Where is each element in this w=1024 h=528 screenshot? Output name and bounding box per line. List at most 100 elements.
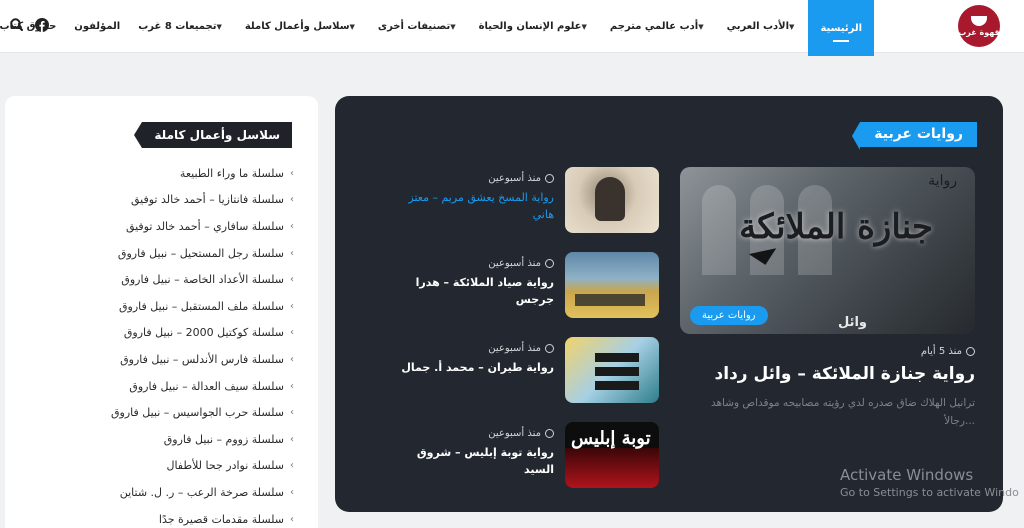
nav-item-collections[interactable]: تجميعات 8 غرب ▼ <box>129 0 236 53</box>
clock-icon <box>966 347 975 356</box>
featured-post-excerpt: ترانيل الهلاك ضاق صدره لدي رؤيته مصابيحه… <box>710 397 975 427</box>
caret-down-icon: ▼ <box>216 22 222 31</box>
chevron-left-icon: ‹ <box>290 380 294 392</box>
top-navigation-bar: قهوة غرب الرئيسية الأدب العربي ▼ أدب عالم… <box>0 0 1024 56</box>
watermark-title: Activate Windows <box>840 466 974 484</box>
post-thumbnail[interactable] <box>565 252 659 318</box>
list-item[interactable]: سلسلة حرب الجواسيس – نبيل فاروق ‹ <box>54 399 294 426</box>
chevron-left-icon: ‹ <box>290 327 294 339</box>
chevron-left-icon: ‹ <box>290 220 294 232</box>
list-item[interactable]: سلسلة الأعداد الخاصة – نبيل فاروق ‹ <box>54 266 294 293</box>
list-item-label: سلسلة سيف العدالة – نبيل فاروق <box>129 379 284 393</box>
nav-item-label: أدب عالمي مترجم <box>609 21 699 32</box>
chevron-left-icon: ‹ <box>290 513 294 525</box>
category-badge[interactable]: روايات عربية <box>690 306 768 325</box>
post-thumbnail[interactable] <box>565 337 659 403</box>
cover-strip <box>595 381 639 390</box>
list-item-label: سلسلة فارس الأندلس – نبيل فاروق <box>120 352 284 366</box>
nav-item-arabic-literature[interactable]: الأدب العربي ▼ <box>718 0 809 53</box>
post-date: منذ أسبوعين <box>488 343 554 354</box>
list-item[interactable]: سلسلة ملف المستقبل – نبيل فاروق ‹ <box>54 293 294 320</box>
list-item[interactable]: سلسلة زووم – نبيل فاروق ‹ <box>54 426 294 453</box>
chevron-left-icon: ‹ <box>290 460 294 472</box>
chevron-left-icon: ‹ <box>290 407 294 419</box>
nav-item-human-sciences[interactable]: علوم الإنسان والحياة ▼ <box>470 0 601 53</box>
series-list: سلسلة ما وراء الطبيعة ‹ سلسلة فانتازيا – … <box>54 160 294 528</box>
post-date-text: منذ أسبوعين <box>488 343 541 354</box>
post-item[interactable]: منذ أسبوعين رواية المسخ يعشق مريم – معتز… <box>385 167 659 233</box>
post-date: منذ أسبوعين <box>488 428 554 439</box>
post-date-text: منذ أسبوعين <box>488 173 541 184</box>
nav-item-label: المؤلفون <box>74 21 121 32</box>
cover-strip <box>575 294 645 306</box>
list-item-label: سلسلة نوادر جحا للأطفال <box>166 459 284 473</box>
nav-item-series[interactable]: سلاسل وأعمال كاملة ▼ <box>236 0 369 53</box>
cover-strip <box>595 367 639 376</box>
cover-strip <box>595 353 639 362</box>
cover-author: وائل <box>837 315 867 330</box>
arch-shape <box>702 185 736 275</box>
post-date: منذ 5 أيام <box>921 346 975 357</box>
post-date-text: منذ أسبوعين <box>488 428 541 439</box>
nav-item-other-categories[interactable]: تصنيفات أخرى ▼ <box>369 0 470 53</box>
cover-title: توبة إبليس <box>571 428 651 449</box>
site-logo[interactable]: قهوة غرب <box>958 5 1000 47</box>
list-item-label: سلسلة كوكتيل 2000 – نبيل فاروق <box>123 326 284 340</box>
post-date-text: منذ أسبوعين <box>488 258 541 269</box>
nav-item-home[interactable]: الرئيسية <box>808 0 874 56</box>
post-title[interactable]: رواية طيران – محمد أ. جمال <box>384 359 554 376</box>
clock-icon <box>545 174 554 183</box>
post-title[interactable]: رواية توبة إبليس – شروق السيد <box>384 444 554 478</box>
cover-red-figure <box>565 448 659 488</box>
list-item[interactable]: سلسلة ما وراء الطبيعة ‹ <box>54 160 294 187</box>
header-icons <box>10 18 49 32</box>
list-item[interactable]: سلسلة صرخة الرعب – ر. ل. شتاين ‹ <box>54 479 294 506</box>
arabic-novels-block: روايات عربية رواية جنازة الملائكة وائل ر… <box>335 96 1003 512</box>
list-item-label: سلسلة الأعداد الخاصة – نبيل فاروق <box>121 273 284 287</box>
chevron-left-icon: ‹ <box>290 167 294 179</box>
caret-down-icon: ▼ <box>450 22 456 31</box>
windows-activation-watermark: Activate Windows Go to Settings to activ… <box>840 466 1019 499</box>
nav-item-label: سلاسل وأعمال كاملة <box>244 21 350 32</box>
list-item-label: سلسلة زووم – نبيل فاروق <box>163 432 284 446</box>
post-title[interactable]: رواية صياد الملائكة – هدرا جرجس <box>384 274 554 308</box>
post-item[interactable]: توبة إبليس منذ أسبوعين رواية توبة إبليس … <box>385 422 659 488</box>
watermark-subtitle: Go to Settings to activate Windo <box>840 486 1019 499</box>
cover-subtitle: رواية <box>928 173 957 189</box>
list-item[interactable]: سلسلة رجل المستحيل – نبيل فاروق ‹ <box>54 240 294 267</box>
list-item-label: سلسلة ما وراء الطبيعة <box>179 166 284 180</box>
section-title[interactable]: روايات عربية <box>852 122 977 150</box>
list-item[interactable]: سلسلة نوادر جحا للأطفال ‹ <box>54 453 294 480</box>
nav-item-translated-literature[interactable]: أدب عالمي مترجم ▼ <box>601 0 718 53</box>
list-item[interactable]: سلسلة كوكتيل 2000 – نبيل فاروق ‹ <box>54 320 294 347</box>
post-date-text: منذ 5 أيام <box>920 346 962 357</box>
caret-down-icon: ▼ <box>698 22 704 31</box>
logo-text: قهوة غرب <box>958 27 1000 37</box>
list-item-label: سلسلة فانتازيا – أحمد خالد توفيق <box>130 193 284 207</box>
search-icon[interactable] <box>10 18 23 31</box>
post-item[interactable]: منذ أسبوعين رواية صياد الملائكة – هدرا ج… <box>385 252 659 318</box>
chevron-left-icon: ‹ <box>290 300 294 312</box>
nav-item-authors[interactable]: المؤلفون <box>65 0 129 53</box>
post-item[interactable]: منذ أسبوعين رواية طيران – محمد أ. جمال <box>385 337 659 403</box>
list-item-label: سلسلة رجل المستحيل – نبيل فاروق <box>117 246 284 260</box>
caret-down-icon: ▼ <box>349 22 355 31</box>
clock-icon <box>545 344 554 353</box>
post-thumbnail[interactable] <box>565 167 659 233</box>
chevron-left-icon: ‹ <box>290 353 294 365</box>
post-title[interactable]: رواية المسخ يعشق مريم – معتز هاني <box>384 189 554 223</box>
series-widget: سلاسل وأعمال كاملة سلسلة ما وراء الطبيعة… <box>5 96 318 528</box>
list-item[interactable]: سلسلة سيف العدالة – نبيل فاروق ‹ <box>54 373 294 400</box>
list-item[interactable]: سلسلة مقدمات قصيرة جدًا ‹ <box>54 506 294 528</box>
cover-title: جنازة الملائكة <box>739 207 933 247</box>
post-date: منذ أسبوعين <box>488 173 554 184</box>
list-item[interactable]: سلسلة سافاري – أحمد خالد توفيق ‹ <box>54 213 294 240</box>
facebook-icon[interactable] <box>35 18 49 32</box>
list-item[interactable]: سلسلة فانتازيا – أحمد خالد توفيق ‹ <box>54 187 294 214</box>
post-thumbnail[interactable]: توبة إبليس <box>565 422 659 488</box>
list-item[interactable]: سلسلة فارس الأندلس – نبيل فاروق ‹ <box>54 346 294 373</box>
featured-post-title[interactable]: رواية جنازة الملائكة – وائل رداد <box>715 364 975 384</box>
nav-item-label: الرئيسية <box>820 22 862 34</box>
chevron-left-icon: ‹ <box>290 247 294 259</box>
clock-icon <box>545 429 554 438</box>
